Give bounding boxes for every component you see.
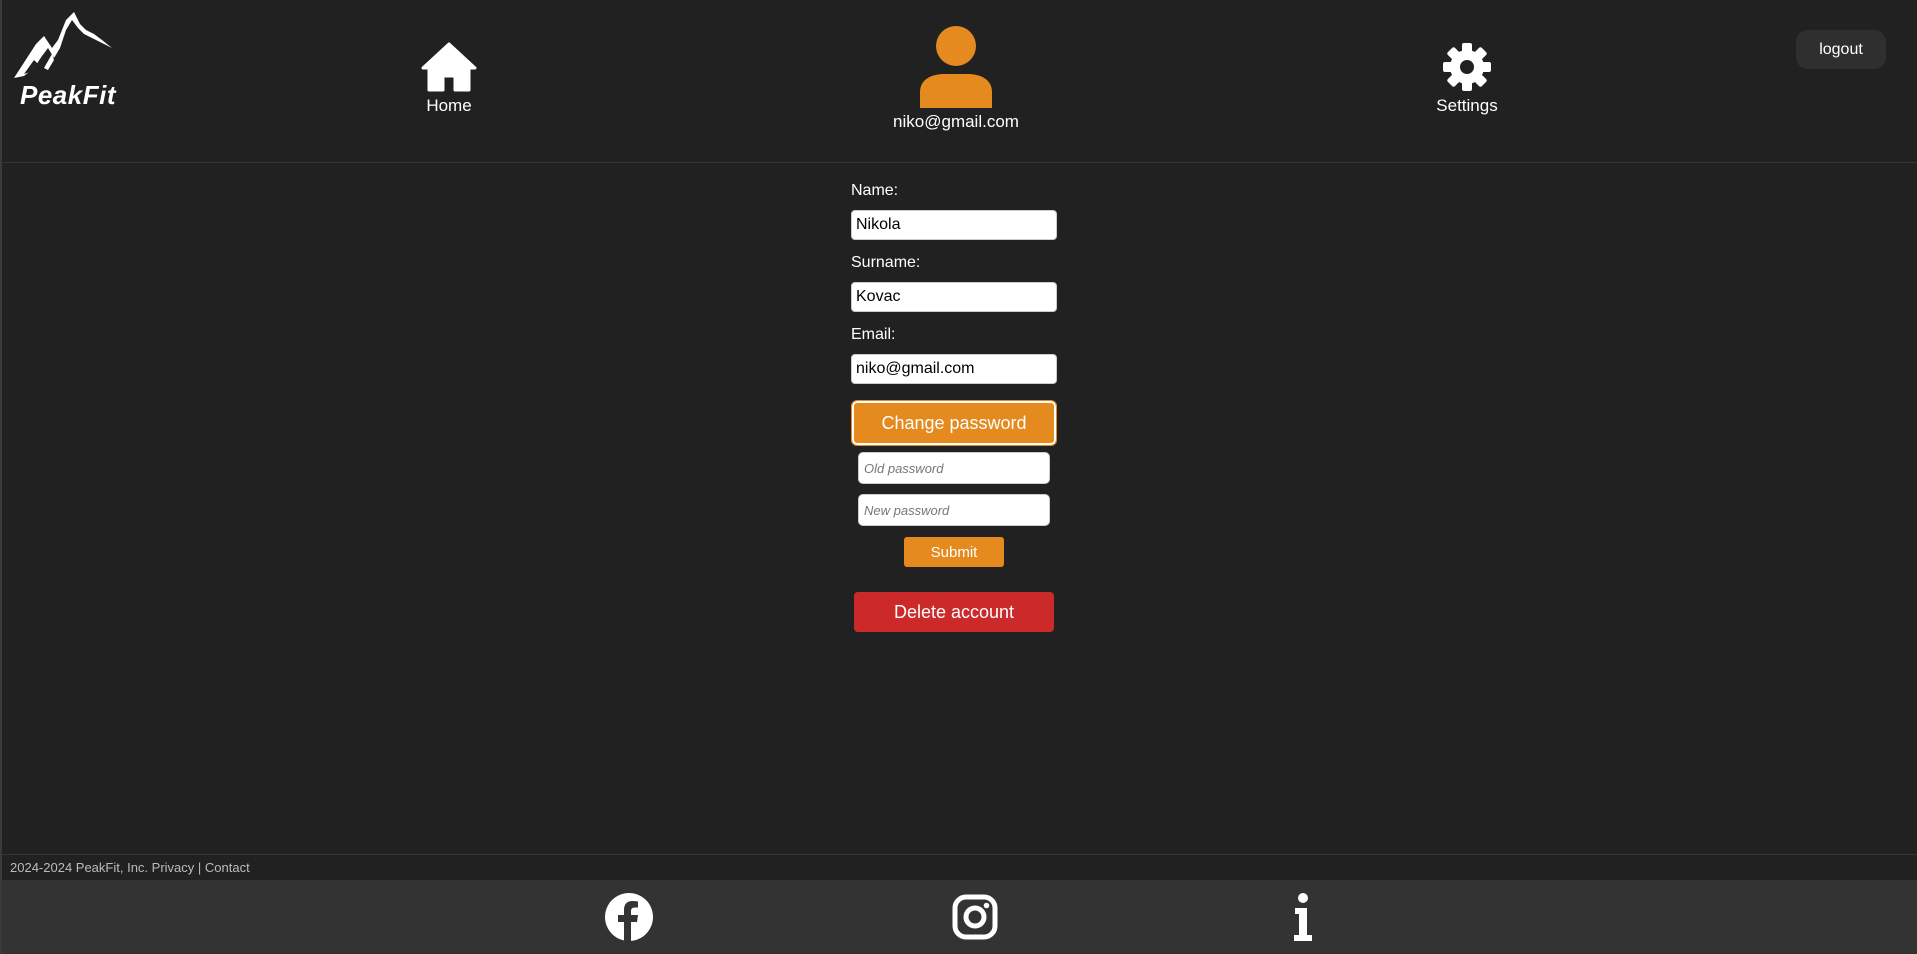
copyright-text: 2024-2024 PeakFit, Inc. xyxy=(10,860,149,875)
submit-password-button[interactable]: Submit xyxy=(904,537,1004,567)
nav-profile-email: niko@gmail.com xyxy=(893,112,1019,131)
surname-label: Surname: xyxy=(851,254,921,271)
surname-field[interactable] xyxy=(851,282,1057,312)
name-label: Name: xyxy=(851,182,899,199)
copyright-bar: 2024-2024 PeakFit, Inc. Privacy | Contac… xyxy=(2,854,1917,880)
delete-account-button[interactable]: Delete account xyxy=(854,592,1054,632)
nav-home-label: Home xyxy=(426,96,472,115)
instagram-link[interactable] xyxy=(952,894,998,945)
nav-home[interactable]: Home xyxy=(397,42,501,116)
profile-form: Name: Surname: Email: xyxy=(851,180,1057,396)
nav-profile[interactable]: niko@gmail.com xyxy=(875,26,1037,132)
logout-button[interactable]: logout xyxy=(1796,30,1886,69)
email-label: Email: xyxy=(851,326,896,343)
info-icon xyxy=(1294,893,1312,941)
email-field[interactable] xyxy=(851,354,1057,384)
change-password-button[interactable]: Change password xyxy=(851,400,1057,446)
user-icon xyxy=(920,26,992,108)
top-navbar: PeakFit Home niko@gmail.com Settings log… xyxy=(2,0,1917,163)
mountain-icon xyxy=(14,12,112,78)
profile-page: PeakFit Home niko@gmail.com Settings log… xyxy=(0,0,1917,954)
social-footer xyxy=(2,880,1917,954)
privacy-link[interactable]: Privacy xyxy=(152,860,195,875)
brand-name: PeakFit xyxy=(20,80,116,110)
old-password-field[interactable] xyxy=(858,452,1050,484)
nav-settings-label: Settings xyxy=(1436,96,1498,115)
footer-separator: | xyxy=(197,860,202,875)
nav-settings[interactable]: Settings xyxy=(1415,42,1519,116)
home-icon xyxy=(421,42,477,92)
name-field[interactable] xyxy=(851,210,1057,240)
facebook-link[interactable] xyxy=(604,892,654,947)
gear-icon xyxy=(1443,43,1491,91)
contact-link[interactable]: Contact xyxy=(205,860,250,875)
instagram-icon xyxy=(952,894,998,940)
facebook-icon xyxy=(605,893,653,942)
peakfit-logo[interactable]: PeakFit xyxy=(14,8,116,110)
new-password-field[interactable] xyxy=(858,494,1050,526)
info-link[interactable] xyxy=(1290,893,1316,948)
